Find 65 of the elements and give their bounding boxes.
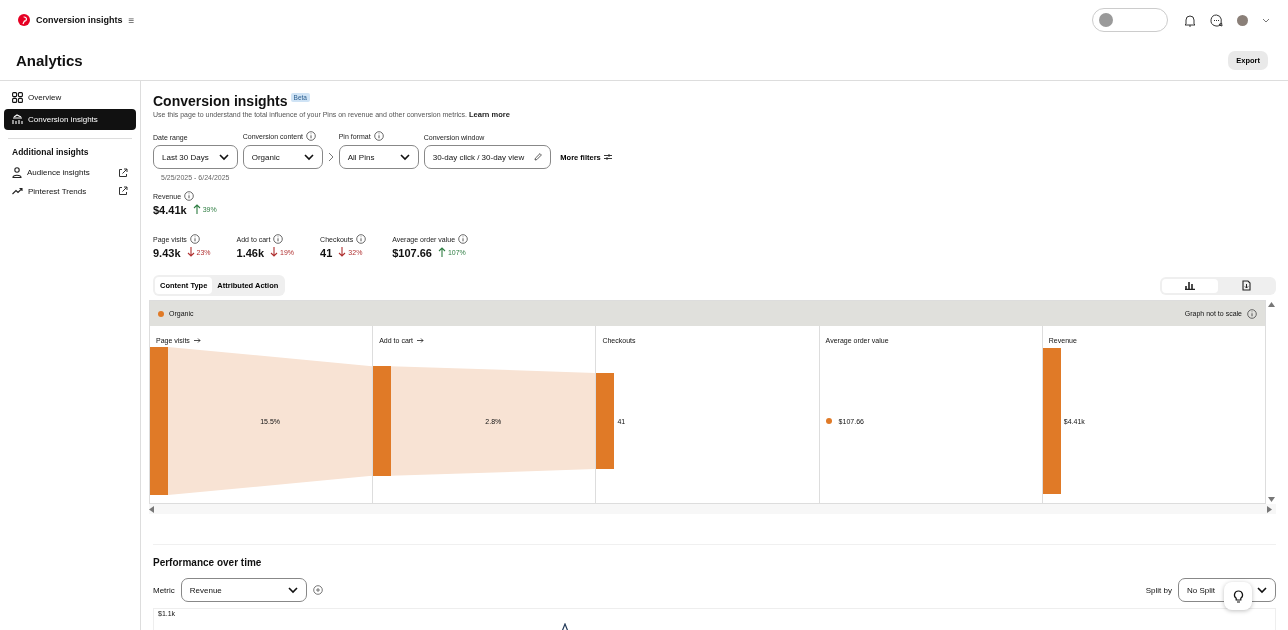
metric-label: Metric	[153, 585, 175, 595]
avatar-icon	[1099, 13, 1113, 27]
arrow-down-icon	[270, 247, 279, 257]
info-icon	[189, 234, 200, 244]
metric-value: 9.43k	[153, 247, 181, 259]
chevron-down-icon	[287, 586, 298, 594]
scroll-up-icon[interactable]	[1267, 302, 1275, 307]
chevron-down-icon[interactable]	[1262, 17, 1270, 23]
sidebar-link[interactable]: Pinterest Trends	[4, 182, 136, 200]
conversion-window-field[interactable]: 30-day click / 30-day view	[423, 145, 552, 169]
profile-avatar[interactable]	[1237, 14, 1248, 26]
sidebar-link[interactable]: Audience insights	[4, 163, 136, 182]
external-link-icon	[118, 186, 128, 196]
chevron-down-icon	[303, 153, 314, 161]
person-icon	[12, 167, 22, 178]
filter-dropdown[interactable]: Organic	[242, 145, 323, 169]
chevron-down-icon	[1257, 586, 1267, 594]
scroll-right-icon[interactable]	[1267, 505, 1272, 513]
menu-button[interactable]: ≡	[128, 14, 135, 26]
arrow-up-icon	[192, 204, 201, 214]
metric-value: $107.66	[392, 247, 432, 259]
header-title: Conversion insights	[36, 15, 123, 25]
filter-dropdown[interactable]: All Pins	[338, 145, 419, 169]
document-icon	[1241, 280, 1251, 291]
metric-value: $4.41k	[153, 204, 187, 216]
metric-dropdown[interactable]: Revenue	[180, 578, 307, 602]
filter-dropdown[interactable]: Last 30 Days	[153, 145, 238, 169]
value-dot	[825, 418, 832, 424]
lightbulb-button[interactable]	[1224, 582, 1252, 610]
arrow-up-icon	[437, 247, 446, 257]
pencil-icon	[534, 153, 543, 161]
logo-icon[interactable]	[18, 14, 30, 26]
chevron-down-icon	[218, 153, 229, 161]
chat-icon[interactable]	[1210, 13, 1223, 27]
lightbulb-icon	[1232, 589, 1244, 603]
info-icon	[356, 234, 367, 244]
sidebar-item[interactable]: Conversion insights	[4, 109, 136, 130]
info-icon	[184, 191, 195, 201]
view-toggle-button[interactable]	[1162, 278, 1218, 293]
info-icon	[1247, 308, 1257, 319]
metric-value: 41	[320, 247, 333, 259]
bell-icon[interactable]	[1184, 13, 1196, 27]
chevron-down-icon	[399, 153, 410, 161]
metric-value: 1.46k	[236, 247, 265, 259]
scroll-left-icon[interactable]	[149, 505, 154, 513]
info-icon	[458, 234, 469, 244]
section-heading: Additional insights	[11, 147, 90, 159]
info-icon	[273, 234, 284, 244]
bar-chart-icon	[1185, 281, 1195, 290]
info-icon	[373, 131, 384, 141]
page-title: Analytics	[16, 51, 83, 69]
chevron-right-icon	[327, 152, 334, 162]
add-icon[interactable]	[312, 585, 323, 595]
trend-icon	[12, 187, 23, 195]
filter-icon	[603, 154, 612, 160]
section-title: Conversion insights	[153, 93, 288, 109]
arrow-down-icon	[186, 247, 195, 257]
split-label: Split by	[1145, 585, 1172, 595]
section-heading: Performance over time	[153, 557, 263, 568]
info-icon	[306, 131, 317, 141]
external-link-icon	[118, 167, 128, 178]
grid-icon	[12, 92, 23, 103]
sidebar-item[interactable]: Overview	[4, 87, 136, 108]
arrow-down-icon	[338, 247, 347, 257]
scroll-down-icon[interactable]	[1267, 497, 1275, 502]
